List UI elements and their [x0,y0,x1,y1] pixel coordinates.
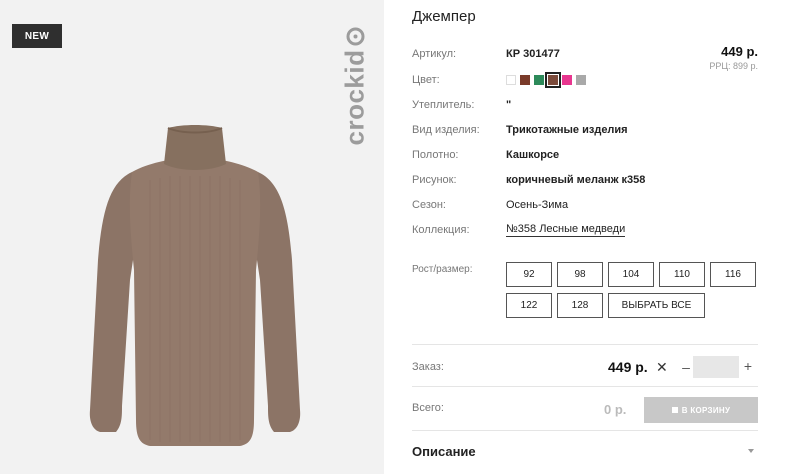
season-value: Осень-Зима [506,199,569,211]
size-button-98[interactable]: 98 [557,262,603,287]
product-title: Джемпер [412,8,476,25]
collection-link[interactable]: №358 Лесные медведи [506,223,626,237]
type-label: Вид изделия: [412,124,480,136]
color-swatch-1[interactable] [520,75,530,85]
size-button-116[interactable]: 116 [710,262,756,287]
color-swatch-2[interactable] [534,75,544,85]
divider [412,386,758,387]
order-label: Заказ: [412,361,444,373]
cart-icon [671,407,678,413]
new-badge: NEW [12,24,62,48]
pattern-label: Рисунок: [412,174,457,186]
color-swatch-5[interactable] [576,75,586,85]
size-button-110[interactable]: 110 [659,262,705,287]
size-button-122[interactable]: 122 [506,293,552,318]
brand-logo-mark-icon [346,27,364,45]
season-label: Сезон: [412,199,446,211]
total-label: Всего: [412,402,444,414]
brand-logo: crockid [340,18,370,154]
size-button-128[interactable]: 128 [557,293,603,318]
color-swatch-0[interactable] [506,75,516,85]
quantity-input[interactable] [693,356,739,378]
pattern-row: Рисунок: коричневый меланж к358 [412,170,758,190]
size-label: Рост/размер: [412,264,473,275]
divider [412,430,758,431]
insulation-row: Утеплитель: " [412,95,758,115]
article-label: Артикул: [412,48,457,60]
collection-row: Коллекция: №358 Лесные медведи [412,220,758,240]
pattern-value: коричневый меланж к358 [506,174,646,186]
select-all-sizes-button[interactable]: ВЫБРАТЬ ВСЕ [608,293,705,318]
times-icon: ✕ [656,359,668,375]
size-button-92[interactable]: 92 [506,262,552,287]
brand-logo-text: crockid [339,49,370,145]
product-details: Джемпер 449 р. РРЦ: 899 р. Артикул: КР 3… [412,0,772,474]
chevron-down-icon [748,449,754,453]
type-value: Трикотажные изделия [506,124,628,136]
description-title: Описание [412,443,476,459]
insulation-value: " [506,99,512,111]
size-button-104[interactable]: 104 [608,262,654,287]
season-row: Сезон: Осень-Зима [412,195,758,215]
color-swatch-4[interactable] [562,75,572,85]
fabric-label: Полотно: [412,149,459,161]
description-toggle[interactable]: Описание [412,440,758,462]
type-row: Вид изделия: Трикотажные изделия [412,120,758,140]
article-value: КР 301477 [506,48,560,60]
product-photo[interactable] [70,120,320,460]
color-label: Цвет: [412,74,440,86]
quantity-decrease-button[interactable]: – [680,359,692,375]
quantity-increase-button[interactable]: + [742,358,754,374]
add-to-cart-label: В КОРЗИНУ [681,405,731,415]
color-swatch-3[interactable] [545,72,561,88]
color-swatches [506,72,586,88]
product-image-pane: NEW crockid [0,0,384,474]
fabric-row: Полотно: Кашкорсе [412,145,758,165]
order-price: 449 р. [608,359,648,375]
add-to-cart-button[interactable]: В КОРЗИНУ [644,397,758,423]
article-row: Артикул: КР 301477 [412,44,758,64]
color-row: Цвет: [412,70,758,90]
insulation-label: Утеплитель: [412,99,475,111]
divider [412,344,758,345]
collection-label: Коллекция: [412,224,470,236]
fabric-value: Кашкорсе [506,149,560,161]
total-value: 0 р. [604,402,627,417]
